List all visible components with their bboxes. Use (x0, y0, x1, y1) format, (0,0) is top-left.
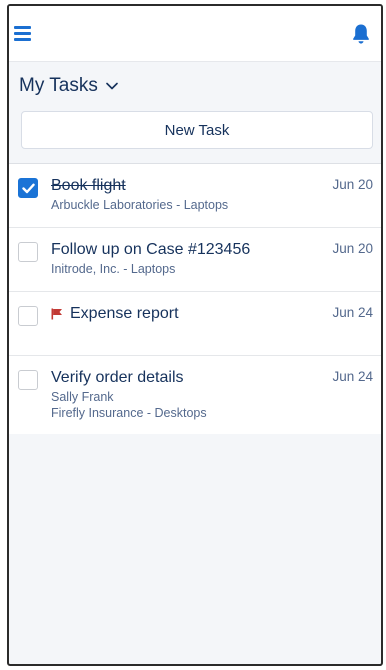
checkmark-icon (22, 183, 35, 194)
hamburger-icon[interactable] (14, 26, 31, 41)
list-header: My Tasks New Task (9, 62, 381, 164)
task-row[interactable]: Follow up on Case #123456 Initrode, Inc.… (9, 228, 381, 292)
task-subject: Follow up on Case #123456 (51, 241, 251, 258)
task-due-date: Jun 24 (332, 305, 373, 320)
task-detail: Initrode, Inc. - Laptops (51, 262, 176, 276)
flag-icon (51, 308, 62, 320)
task-detail: Arbuckle Laboratories - Laptops (51, 198, 229, 212)
task-due-date: Jun 20 (332, 177, 373, 192)
task-detail: Sally Frank (51, 390, 114, 404)
bell-icon[interactable] (351, 23, 371, 45)
task-checkbox[interactable] (18, 306, 38, 326)
task-list: Book flight Arbuckle Laboratories - Lapt… (9, 164, 381, 434)
chevron-down-icon (106, 82, 118, 90)
list-title: My Tasks (19, 75, 98, 96)
task-checkbox[interactable] (18, 178, 38, 198)
task-due-date: Jun 20 (332, 241, 373, 256)
task-row[interactable]: Verify order details Sally Frank Firefly… (9, 356, 381, 434)
task-row[interactable]: Expense report Jun 24 (9, 292, 381, 356)
task-subject-line: Expense report (51, 304, 321, 324)
task-subject: Verify order details (51, 369, 184, 386)
task-detail: Firefly Insurance - Desktops (51, 406, 207, 420)
top-bar (9, 6, 381, 62)
task-checkbox[interactable] (18, 370, 38, 390)
phone-frame: My Tasks New Task Book flight Arbuckle L… (7, 4, 383, 666)
task-row[interactable]: Book flight Arbuckle Laboratories - Lapt… (9, 164, 381, 228)
task-due-date: Jun 24 (332, 369, 373, 384)
new-task-button[interactable]: New Task (21, 111, 373, 149)
task-checkbox[interactable] (18, 242, 38, 262)
task-subject: Expense report (70, 305, 179, 322)
list-view-switcher[interactable]: My Tasks (19, 75, 118, 97)
task-subject: Book flight (51, 177, 126, 194)
